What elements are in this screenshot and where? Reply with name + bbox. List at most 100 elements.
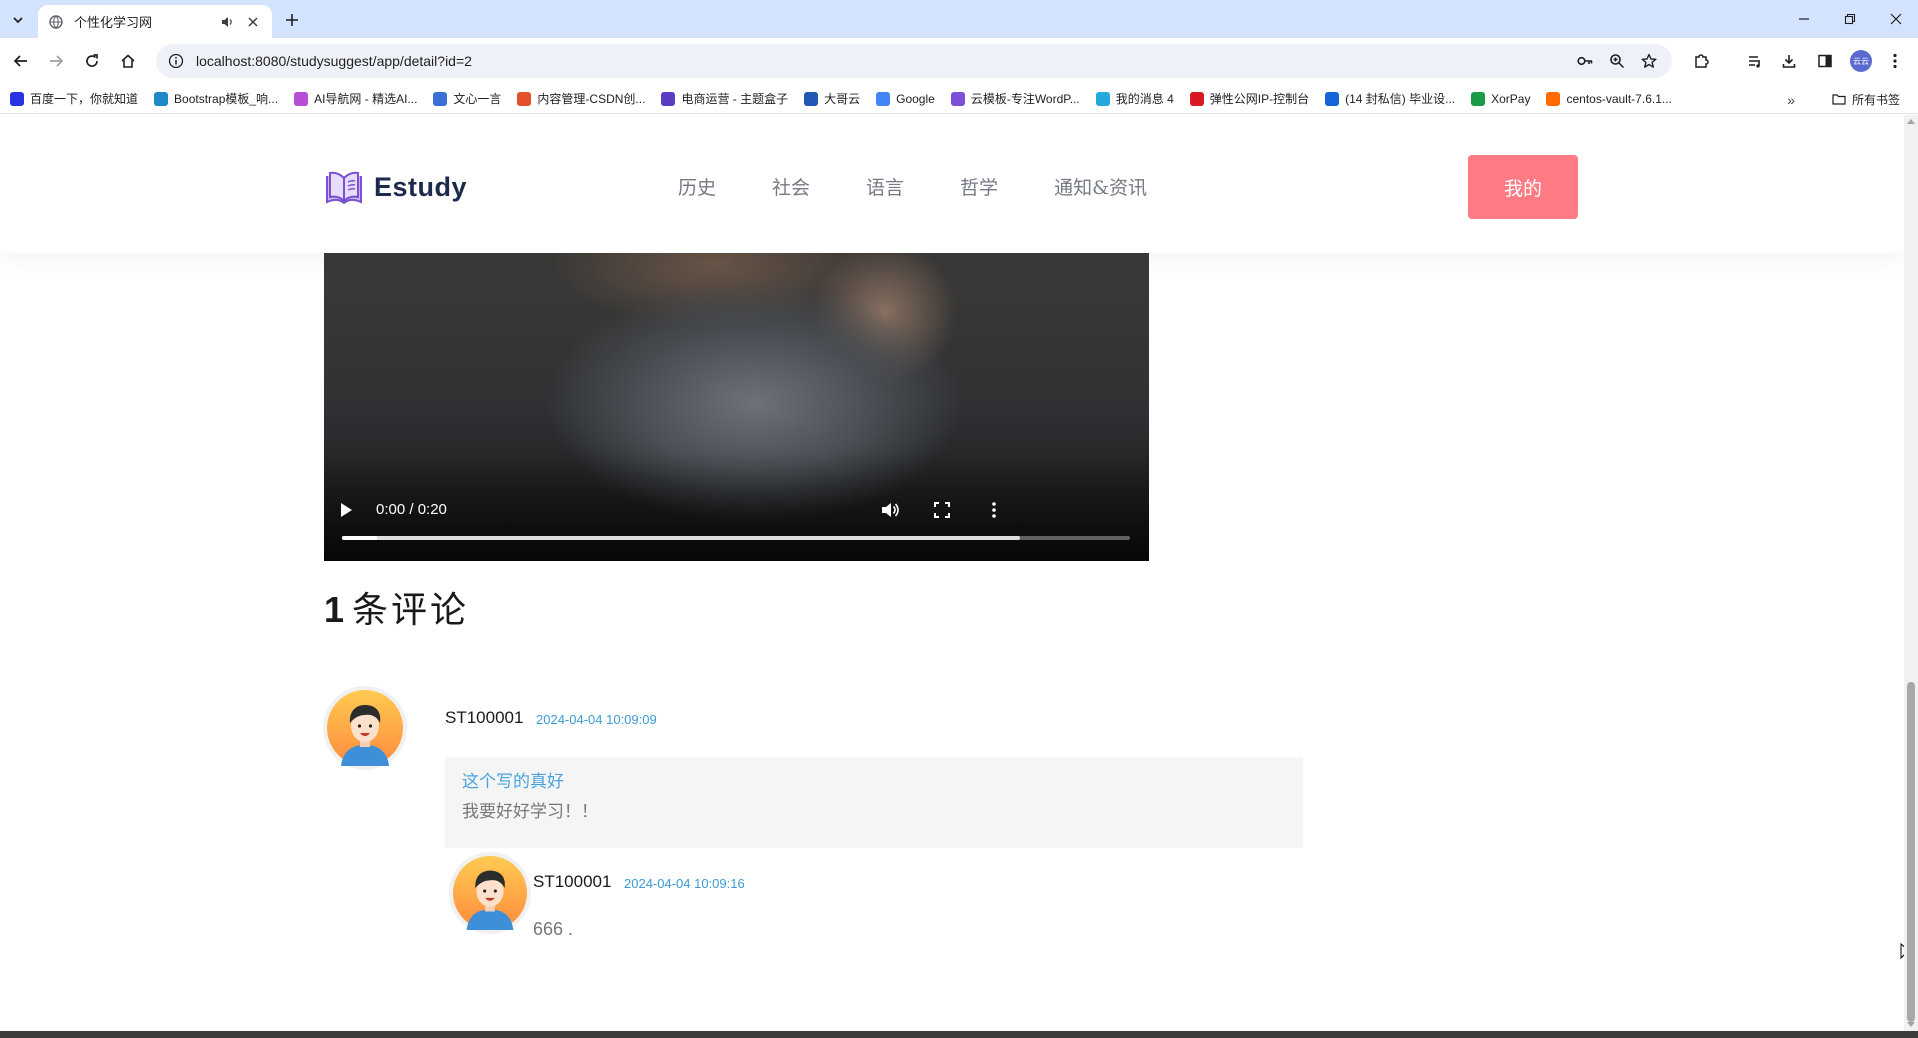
side-panel-icon[interactable] [1810, 46, 1840, 76]
video-played-range [342, 536, 378, 540]
bookmark-star-icon[interactable] [1634, 46, 1664, 76]
bookmark-item[interactable]: 大哥云 [804, 90, 860, 107]
dagecloud-icon [804, 91, 819, 106]
reply-timestamp: 2024-04-04 10:09:16 [624, 876, 745, 891]
open-book-logo-icon [326, 171, 362, 205]
close-window-icon[interactable] [1874, 4, 1918, 34]
bookmark-item[interactable]: Bootstrap模板_响... [154, 90, 278, 107]
zoom-icon[interactable] [1602, 46, 1632, 76]
bookmark-item[interactable]: XorPay [1471, 91, 1530, 106]
url-text[interactable]: localhost:8080/studysuggest/app/detail?i… [196, 53, 1570, 69]
folder-icon [1832, 94, 1846, 105]
csdn-icon [517, 91, 532, 106]
user-avatar-icon [453, 856, 527, 930]
comments-heading: 1 条评论 [324, 581, 469, 633]
bookmark-item[interactable]: 内容管理-CSDN创... [517, 90, 645, 107]
zhihu-icon [1325, 91, 1340, 106]
bookmark-label: 我的消息 4 [1115, 92, 1174, 106]
minimize-icon[interactable] [1782, 4, 1826, 34]
comment-author[interactable]: ST100001 [445, 708, 523, 728]
restore-icon[interactable] [1828, 4, 1872, 34]
reload-icon[interactable] [78, 47, 106, 75]
fullscreen-icon[interactable] [931, 499, 953, 521]
google-icon [876, 91, 891, 106]
video-buffered-range [342, 536, 1020, 540]
bookmark-item[interactable]: centos-vault-7.6.1... [1546, 91, 1672, 106]
media-control-icon[interactable] [1740, 46, 1770, 76]
bookmark-item[interactable]: 弹性公网IP-控制台 [1189, 90, 1309, 107]
video-time: 0:00 / 0:20 [376, 501, 447, 518]
back-arrow-icon[interactable] [7, 47, 35, 75]
page-scrollbar[interactable] [1904, 115, 1918, 1031]
scroll-down-arrow-icon[interactable] [1907, 1022, 1915, 1027]
bookmark-label: 大哥云 [824, 92, 861, 106]
scroll-thumb[interactable] [1907, 682, 1915, 1022]
browser-menu-kebab-icon[interactable] [1880, 46, 1910, 76]
reply-text: 666 . [533, 919, 574, 939]
cloud-template-icon [950, 91, 965, 106]
bookmark-label: 内容管理-CSDN创... [537, 92, 646, 106]
comment-quote-text: 这个写的真好 [462, 772, 564, 792]
reply-author[interactable]: ST100001 [533, 872, 611, 892]
extensions-puzzle-icon[interactable] [1686, 46, 1716, 76]
video-more-options-icon[interactable] [984, 499, 1004, 521]
mine-button[interactable]: 我的 [1468, 155, 1578, 219]
tab-search-chevron-icon[interactable] [6, 8, 30, 32]
comment-count: 1 [324, 589, 345, 630]
ai-nav-icon [294, 91, 309, 106]
page-viewport: 0:00 / 0:20 Estudy 历史 社会 语言 哲学 通知&资讯 我的 … [0, 115, 1904, 1031]
bookmark-item[interactable]: Google [876, 91, 935, 106]
play-icon[interactable] [335, 499, 357, 521]
bookmarks-bar: 百度一下，你就知道 Bootstrap模板_响... AI导航网 - 精选AI...… [0, 84, 1918, 114]
new-tab-plus-icon[interactable] [280, 8, 304, 32]
password-key-icon[interactable] [1570, 46, 1600, 76]
bookmark-item[interactable]: 电商运营 - 主题盒子 [661, 90, 788, 107]
more-bookmarks-chevron-icon[interactable]: » [1782, 91, 1800, 109]
comment-count-label: 条评论 [352, 590, 470, 631]
reply-avatar[interactable] [449, 852, 531, 934]
audio-playing-icon[interactable] [218, 13, 236, 31]
bookmark-label: 文心一言 [453, 92, 502, 106]
bookmark-item[interactable]: AI导航网 - 精选AI... [294, 90, 417, 107]
nav-item-history[interactable]: 历史 [678, 173, 716, 200]
comment-timestamp: 2024-04-04 10:09:09 [536, 712, 657, 727]
wenxin-icon [433, 91, 448, 106]
tab-title: 个性化学习网 [74, 15, 153, 30]
home-icon[interactable] [114, 47, 142, 75]
volume-icon[interactable] [878, 499, 902, 521]
profile-avatar[interactable]: 云云 [1846, 46, 1876, 76]
theme-box-icon [661, 91, 676, 106]
bookmark-item[interactable]: 云模板-专注WordP... [950, 90, 1080, 107]
bookmark-item[interactable]: 我的消息 4 [1095, 90, 1174, 107]
address-bar[interactable]: localhost:8080/studysuggest/app/detail?i… [156, 44, 1672, 78]
nav-item-society[interactable]: 社会 [772, 173, 810, 200]
browser-toolbar: localhost:8080/studysuggest/app/detail?i… [0, 38, 1918, 84]
active-tab[interactable]: 个性化学习网 [38, 5, 272, 38]
xorpay-icon [1471, 91, 1486, 106]
bookmark-label: Bootstrap模板_响... [174, 92, 279, 106]
avatar[interactable] [323, 686, 407, 770]
forward-arrow-icon[interactable] [42, 47, 70, 75]
bookmark-item[interactable]: 百度一下，你就知道 [10, 90, 138, 107]
download-icon[interactable] [1774, 46, 1804, 76]
site-info-icon[interactable] [166, 51, 186, 71]
bookmark-label: 云模板-专注WordP... [970, 92, 1080, 106]
close-tab-icon[interactable] [244, 13, 262, 31]
aliyun-icon [1546, 91, 1561, 106]
nav-item-philosophy[interactable]: 哲学 [960, 173, 998, 200]
scroll-up-arrow-icon[interactable] [1907, 119, 1915, 124]
nav-item-language[interactable]: 语言 [866, 173, 904, 200]
bookmark-label: centos-vault-7.6.1... [1566, 91, 1672, 106]
taskbar-edge [0, 1031, 1918, 1038]
all-bookmarks-folder[interactable]: 所有书签 [1832, 84, 1900, 114]
comment-body: 这个写的真好 我要好好学习！！ [445, 757, 1303, 848]
bookmark-label: 电商运营 - 主题盒子 [681, 92, 789, 106]
site-logo[interactable]: Estudy [324, 168, 467, 206]
bookmark-item[interactable]: 文心一言 [433, 90, 501, 107]
main-nav: 历史 社会 语言 哲学 通知&资讯 [678, 173, 1203, 200]
nav-item-news[interactable]: 通知&资讯 [1054, 173, 1147, 200]
bookmark-item[interactable]: (14 封私信) 毕业设... [1325, 90, 1455, 107]
video-player[interactable]: 0:00 / 0:20 [324, 253, 1149, 561]
bookmark-label: AI导航网 - 精选AI... [314, 92, 418, 106]
video-progress-bar[interactable] [342, 536, 1130, 540]
